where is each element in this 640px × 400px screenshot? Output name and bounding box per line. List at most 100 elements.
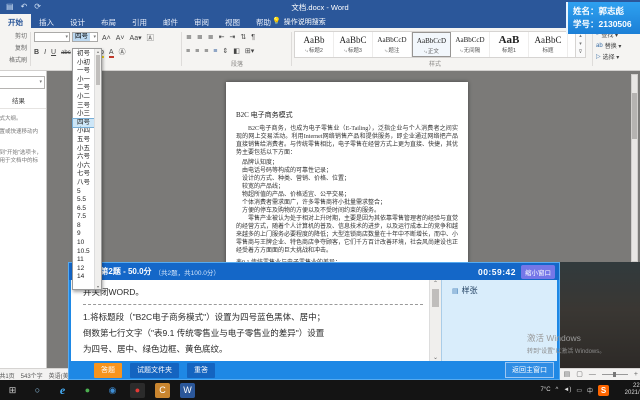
scroll-up-icon[interactable]: ▴ bbox=[95, 49, 101, 54]
zoom-in-button[interactable]: + bbox=[634, 371, 638, 378]
exam-button-重答[interactable]: 重答 bbox=[187, 363, 215, 378]
scroll-thumb[interactable] bbox=[432, 289, 439, 307]
style-标题3[interactable]: AaBbC标题3 bbox=[334, 32, 373, 57]
underline-icon[interactable]: U bbox=[51, 49, 56, 56]
sogou-input-icon[interactable]: S bbox=[598, 385, 609, 396]
tab-开始[interactable]: 开始 bbox=[0, 14, 31, 28]
word-icon[interactable]: W bbox=[180, 383, 195, 398]
tab-视图[interactable]: 视图 bbox=[217, 14, 248, 28]
font-size-option-七号[interactable]: 七号 bbox=[73, 170, 94, 179]
clear-format-icon[interactable]: 🄰 bbox=[147, 33, 154, 43]
font-size-option-八号[interactable]: 八号 bbox=[73, 179, 94, 188]
font-size-option-5[interactable]: 5 bbox=[73, 188, 94, 197]
document-scrollbar[interactable] bbox=[631, 74, 638, 262]
speaker-icon[interactable]: ◄) bbox=[563, 387, 571, 393]
weather-temp[interactable]: 7°C bbox=[540, 387, 550, 393]
borders-icon[interactable]: ⊞▾ bbox=[245, 47, 254, 55]
font-size-option-一号[interactable]: 一号 bbox=[73, 67, 94, 76]
style-无间隔[interactable]: AaBbCcD无间隔 bbox=[451, 32, 490, 57]
grow-font-icon[interactable]: A˄ bbox=[102, 35, 111, 42]
browser-icon[interactable]: ◉ bbox=[105, 383, 120, 398]
styles-gallery-scroll[interactable]: ▴▾⊽ bbox=[576, 31, 586, 58]
shading-icon[interactable]: ◧ bbox=[233, 47, 240, 55]
clipboard-复制[interactable]: 复制 bbox=[0, 40, 30, 52]
return-main-window-button[interactable]: 返回主窗口 bbox=[505, 362, 554, 378]
classroom-icon[interactable]: ● bbox=[80, 383, 95, 398]
justify-icon[interactable]: ≡ bbox=[213, 48, 217, 55]
clipboard-格式刷[interactable]: 格式刷 bbox=[0, 52, 30, 64]
font-size-combo[interactable]: 四号▾ bbox=[72, 32, 98, 42]
zoom-slider[interactable] bbox=[602, 374, 628, 375]
font-size-option-五号[interactable]: 五号 bbox=[73, 136, 94, 145]
indent-icon[interactable]: ⇥ bbox=[230, 33, 236, 41]
font-size-option-小五[interactable]: 小五 bbox=[73, 145, 94, 154]
clock[interactable]: 22:14 2021/1/8 bbox=[614, 383, 640, 398]
scroll-thumb[interactable] bbox=[96, 55, 100, 85]
tab-设计[interactable]: 设计 bbox=[62, 14, 93, 28]
tray-expand-icon[interactable]: ^ bbox=[556, 387, 559, 393]
nav-tab-结果[interactable]: 结果 bbox=[12, 95, 25, 105]
align-center-icon[interactable]: ≡ bbox=[195, 48, 199, 55]
font-name-combo[interactable]: ▾ bbox=[34, 32, 70, 42]
shrink-font-icon[interactable]: A˅ bbox=[116, 35, 125, 42]
font-size-option-小初[interactable]: 小初 bbox=[73, 59, 94, 68]
start-icon[interactable]: ⊞ bbox=[5, 383, 20, 398]
font-size-option-小三[interactable]: 小三 bbox=[73, 110, 94, 119]
dropdown-scrollbar[interactable]: ▴ ▾ bbox=[94, 49, 101, 289]
font-size-option-10[interactable]: 10 bbox=[73, 239, 94, 248]
scroll-up-icon[interactable]: ⌃ bbox=[433, 280, 438, 287]
exam-button-答题[interactable]: 答题 bbox=[94, 363, 122, 378]
sort-icon[interactable]: ⇅ bbox=[240, 33, 246, 41]
font-size-option-8[interactable]: 8 bbox=[73, 222, 94, 231]
bullet-list-icon[interactable]: ≣ bbox=[186, 33, 192, 41]
tab-引用[interactable]: 引用 bbox=[124, 14, 155, 28]
tab-审阅[interactable]: 审阅 bbox=[186, 14, 217, 28]
font-size-option-14[interactable]: 14 bbox=[73, 273, 94, 282]
font-size-option-小二[interactable]: 小二 bbox=[73, 93, 94, 102]
style-标题[interactable]: AaBbC标题 bbox=[529, 32, 568, 57]
strikethrough-icon[interactable]: abc bbox=[61, 50, 71, 56]
pilcrow-icon[interactable]: ¶ bbox=[251, 34, 255, 41]
exam-header[interactable]: Word - 第2题 - 50.0分 （共2题，共100.0分） 00:59:4… bbox=[69, 263, 559, 280]
exam-button-试题文件夹[interactable]: 试题文件夹 bbox=[130, 363, 179, 378]
italic-icon[interactable]: I bbox=[44, 49, 46, 56]
ie-icon[interactable]: e bbox=[55, 383, 70, 398]
style-标题1[interactable]: AaB标题1 bbox=[490, 32, 529, 57]
cortana-icon[interactable]: ○ bbox=[30, 383, 45, 398]
tab-邮件[interactable]: 邮件 bbox=[155, 14, 186, 28]
font-size-option-6.5[interactable]: 6.5 bbox=[73, 205, 94, 214]
c-app-icon[interactable]: C bbox=[155, 383, 170, 398]
network-icon[interactable]: ▭ bbox=[576, 387, 582, 394]
change-case-icon[interactable]: Aa▾ bbox=[130, 34, 142, 42]
zoom-out-button[interactable]: — bbox=[589, 371, 596, 378]
web-layout-icon[interactable]: ▢ bbox=[576, 370, 583, 378]
font-size-option-三号[interactable]: 三号 bbox=[73, 102, 94, 111]
align-left-icon[interactable]: ≡ bbox=[186, 48, 190, 55]
outdent-icon[interactable]: ⇤ bbox=[219, 33, 225, 41]
bold-icon[interactable]: B bbox=[34, 49, 39, 56]
recorder-icon[interactable]: ● bbox=[130, 383, 145, 398]
number-list-icon[interactable]: ≣ bbox=[197, 33, 203, 41]
tab-插入[interactable]: 插入 bbox=[31, 14, 62, 28]
style-正文[interactable]: AaBbCcD正文 bbox=[412, 32, 451, 57]
font-color-icon[interactable]: A bbox=[109, 49, 114, 58]
sample-label[interactable]: 样张 bbox=[462, 286, 478, 295]
scroll-down-icon[interactable]: ⌄ bbox=[433, 354, 438, 361]
tell-me-search[interactable]: 💡 操作说明搜索 bbox=[272, 17, 326, 27]
scroll-down-icon[interactable]: ▾ bbox=[95, 284, 101, 289]
font-size-option-10.5[interactable]: 10.5 bbox=[73, 248, 94, 257]
font-size-option-初号[interactable]: 初号 bbox=[73, 50, 94, 59]
line-spacing-icon[interactable]: ⇕ bbox=[222, 47, 228, 55]
editing-选择[interactable]: ▷选择 ▾ bbox=[594, 50, 640, 61]
align-right-icon[interactable]: ≡ bbox=[204, 48, 208, 55]
tab-布局[interactable]: 布局 bbox=[93, 14, 124, 28]
font-size-option-12[interactable]: 12 bbox=[73, 265, 94, 274]
style-题注[interactable]: AaBbCcD题注 bbox=[373, 32, 412, 57]
font-size-option-11[interactable]: 11 bbox=[73, 256, 94, 265]
enclose-char-icon[interactable]: Ⓐ bbox=[119, 47, 126, 57]
font-size-option-7.5[interactable]: 7.5 bbox=[73, 213, 94, 222]
exam-scrollbar[interactable]: ⌃ ⌄ bbox=[429, 280, 441, 361]
multilevel-list-icon[interactable]: ≣ bbox=[208, 33, 214, 41]
font-size-option-5.5[interactable]: 5.5 bbox=[73, 196, 94, 205]
print-layout-icon[interactable]: ▤ bbox=[564, 370, 571, 378]
